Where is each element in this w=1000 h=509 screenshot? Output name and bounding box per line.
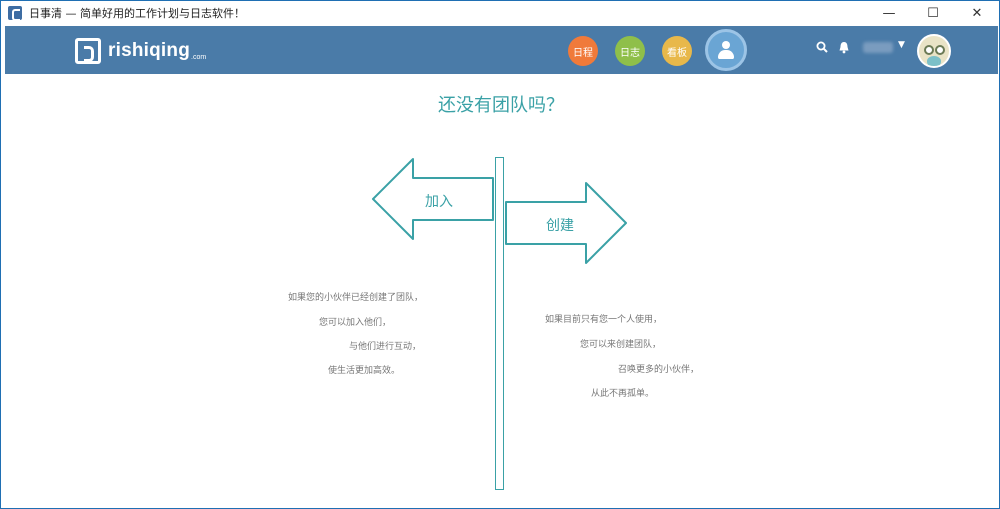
brand-suffix: .com — [191, 53, 207, 61]
join-line-2: 您可以加入他们， — [319, 318, 392, 328]
avatar[interactable] — [917, 34, 951, 68]
window-title: 日事清 — 简单好用的工作计划与日志软件！ — [29, 7, 245, 20]
caret-down-icon[interactable]: ▼ — [898, 40, 905, 50]
create-label: 创建 — [546, 218, 574, 234]
brand-logo[interactable]: rishiqing .com — [75, 38, 206, 64]
join-line-4: 使生活更加高效。 — [328, 366, 401, 376]
nav-board-button[interactable]: 看板 — [662, 36, 692, 66]
join-line-3: 与他们进行互动， — [349, 342, 422, 352]
title-bar: 日事清 — 简单好用的工作计划与日志软件！ — ☐ ✕ — [1, 1, 999, 25]
window-controls: — ☐ ✕ — [867, 1, 999, 25]
bell-icon[interactable] — [838, 41, 850, 58]
nav-log-button[interactable]: 日志 — [615, 36, 645, 66]
app-logo-icon — [8, 6, 22, 21]
brand-mark-icon — [75, 38, 101, 64]
page-title: 还没有团队吗？ — [438, 95, 564, 116]
minimize-button[interactable]: — — [867, 1, 911, 25]
maximize-button[interactable]: ☐ — [911, 1, 955, 25]
join-team-sign[interactable]: 加入 — [371, 157, 495, 241]
close-button[interactable]: ✕ — [955, 1, 999, 25]
nav-schedule-button[interactable]: 日程 — [568, 36, 598, 66]
create-line-4: 从此不再孤单。 — [591, 389, 655, 399]
create-line-2: 您可以来创建团队， — [580, 340, 662, 350]
create-team-sign[interactable]: 创建 — [504, 181, 628, 265]
app-window: 日事清 — 简单好用的工作计划与日志软件！ — ☐ ✕ rishiqing .c… — [0, 0, 1000, 509]
create-line-3: 召唤更多的小伙伴， — [618, 365, 700, 375]
search-icon[interactable] — [816, 41, 828, 57]
user-name-blurred[interactable] — [863, 42, 893, 53]
brand-name: rishiqing — [108, 40, 191, 61]
create-line-1: 如果目前只有您一个人使用， — [545, 315, 663, 325]
app-header: rishiqing .com 日程 日志 看板 ▼ — [5, 26, 998, 74]
team-person-icon — [718, 41, 734, 59]
join-label: 加入 — [425, 194, 453, 210]
join-line-1: 如果您的小伙伴已经创建了团队， — [288, 293, 424, 303]
nav-team-button[interactable] — [705, 29, 747, 71]
